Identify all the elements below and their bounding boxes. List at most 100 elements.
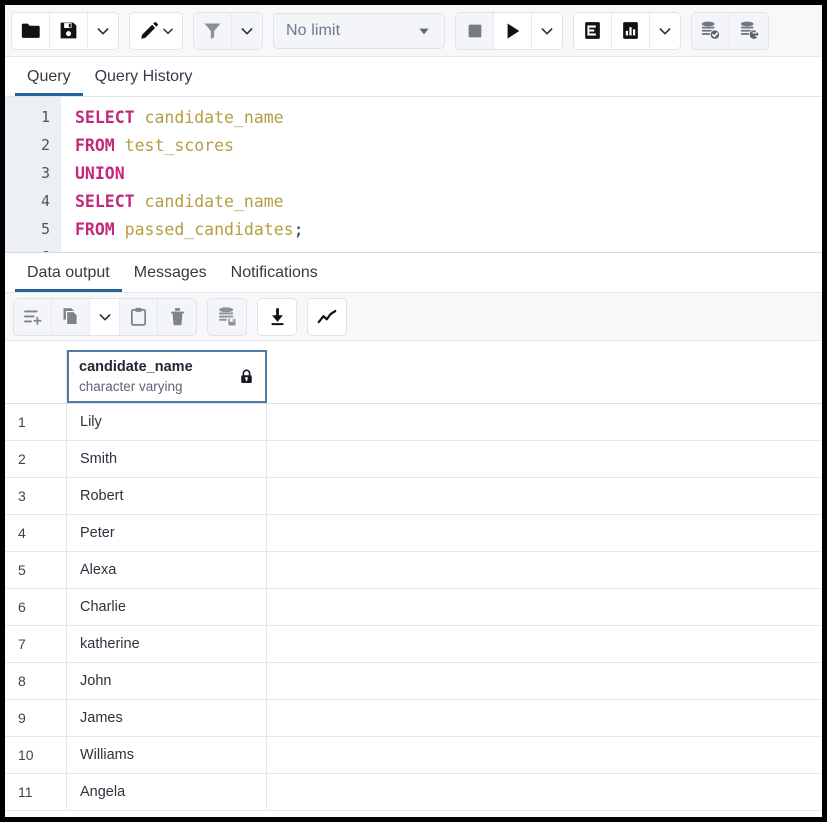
row-actions-group	[13, 297, 197, 336]
line-content: UNION	[75, 163, 125, 183]
cell-candidate-name[interactable]: James	[67, 700, 267, 736]
code-line: 3 UNION	[5, 159, 822, 187]
row-filler	[267, 774, 822, 810]
row-number: 1	[5, 404, 67, 440]
cell-candidate-name[interactable]: John	[67, 663, 267, 699]
line-number: 5	[40, 220, 50, 238]
explain-button[interactable]	[574, 12, 612, 49]
transaction-group	[691, 11, 769, 50]
tab-notifications[interactable]: Notifications	[219, 265, 330, 292]
execute-options-button[interactable]	[532, 12, 562, 49]
tab-query-history[interactable]: Query History	[83, 69, 205, 96]
tab-data-output[interactable]: Data output	[15, 265, 122, 292]
explain-analyze-icon	[623, 22, 638, 39]
table-row[interactable]: 9 James	[5, 700, 822, 737]
open-file-button[interactable]	[12, 12, 50, 49]
row-number: 7	[5, 626, 67, 662]
row-filler	[267, 589, 822, 625]
download-csv-icon	[271, 308, 283, 326]
query-toolbar: No limit	[5, 5, 822, 57]
explain-options-button[interactable]	[650, 12, 680, 49]
row-number: 8	[5, 663, 67, 699]
commit-button[interactable]	[692, 12, 730, 49]
window-inner: No limit Query Query History 1 SELECT ca…	[5, 5, 822, 817]
edit-button[interactable]	[130, 12, 182, 49]
row-filler	[267, 441, 822, 477]
tab-query[interactable]: Query	[15, 69, 83, 96]
column-header-candidate-name[interactable]: candidate_name character varying	[67, 350, 267, 403]
table-row[interactable]: 8 John	[5, 663, 822, 700]
table-row[interactable]: 5 Alexa	[5, 552, 822, 589]
stop-button[interactable]	[456, 12, 494, 49]
line-number: 1	[40, 108, 50, 126]
code-area[interactable]: 1 SELECT candidate_name 2 FROM test_scor…	[5, 97, 822, 253]
paste-button[interactable]	[120, 298, 158, 335]
line-number: 3	[40, 164, 50, 182]
filter-funnel-icon	[204, 23, 221, 40]
graph-visualiser-button[interactable]	[308, 298, 346, 335]
paste-clipboard-icon	[130, 307, 147, 326]
chevron-down-icon	[99, 313, 110, 320]
cell-candidate-name[interactable]: Peter	[67, 515, 267, 551]
delete-button[interactable]	[158, 298, 196, 335]
table-row[interactable]: 3 Robert	[5, 478, 822, 515]
chevron-down-icon	[162, 27, 173, 34]
execute-group	[455, 11, 563, 50]
table-row[interactable]: 1 Lily	[5, 404, 822, 441]
save-options-button[interactable]	[88, 12, 118, 49]
save-file-button[interactable]	[50, 12, 88, 49]
table-row[interactable]: 4 Peter	[5, 515, 822, 552]
line-content: FROM test_scores	[75, 135, 234, 155]
line-content: SELECT candidate_name	[75, 191, 284, 211]
explain-analyze-button[interactable]	[612, 12, 650, 49]
edit-group	[129, 11, 183, 50]
tab-messages[interactable]: Messages	[122, 265, 219, 292]
code-line: 1 SELECT candidate_name	[5, 103, 822, 131]
download-csv-button[interactable]	[258, 298, 296, 335]
table-row[interactable]: 2 Smith	[5, 441, 822, 478]
filter-options-button[interactable]	[232, 12, 262, 49]
table-row[interactable]: 11 Angela	[5, 774, 822, 811]
row-number: 6	[5, 589, 67, 625]
cell-candidate-name[interactable]: Alexa	[67, 552, 267, 588]
row-filler	[267, 626, 822, 662]
execute-button[interactable]	[494, 12, 532, 49]
cell-candidate-name[interactable]: Smith	[67, 441, 267, 477]
save-data-changes-icon	[218, 307, 237, 327]
tab-query-history-label: Query History	[94, 68, 193, 85]
add-row-button[interactable]	[14, 298, 52, 335]
code-line: 6	[5, 243, 822, 252]
cell-candidate-name[interactable]: Angela	[67, 774, 267, 810]
cell-candidate-name[interactable]: Williams	[67, 737, 267, 773]
download-group	[257, 297, 297, 336]
copy-rows-icon	[63, 308, 78, 326]
sql-editor[interactable]: 1 SELECT candidate_name 2 FROM test_scor…	[5, 97, 822, 253]
table-row[interactable]: 7 katherine	[5, 626, 822, 663]
row-number: 5	[5, 552, 67, 588]
copy-button[interactable]	[52, 298, 90, 335]
row-limit-select[interactable]: No limit	[273, 12, 445, 49]
save-data-changes-button[interactable]	[208, 298, 246, 335]
caret-down-icon	[419, 28, 429, 34]
filter-group	[193, 11, 263, 50]
copy-options-button[interactable]	[90, 298, 120, 335]
code-line: 4 SELECT candidate_name	[5, 187, 822, 215]
line-number: 2	[40, 136, 50, 154]
row-filler	[267, 404, 822, 440]
results-grid[interactable]: candidate_name character varying 1 Lily	[5, 350, 822, 817]
rollback-button[interactable]	[730, 12, 768, 49]
filter-button[interactable]	[194, 12, 232, 49]
grid-body: 1 Lily 2 Smith 3 Robert 4 Peter 5 Alexa …	[5, 404, 822, 811]
cell-candidate-name[interactable]: Lily	[67, 404, 267, 440]
cell-candidate-name[interactable]: Charlie	[67, 589, 267, 625]
explain-group	[573, 11, 681, 50]
table-row[interactable]: 10 Williams	[5, 737, 822, 774]
row-number: 11	[5, 774, 67, 810]
cell-candidate-name[interactable]: Robert	[67, 478, 267, 514]
row-filler	[267, 700, 822, 736]
query-tab-bar: Query Query History	[5, 57, 822, 97]
cell-candidate-name[interactable]: katherine	[67, 626, 267, 662]
row-number: 9	[5, 700, 67, 736]
row-number: 3	[5, 478, 67, 514]
table-row[interactable]: 6 Charlie	[5, 589, 822, 626]
